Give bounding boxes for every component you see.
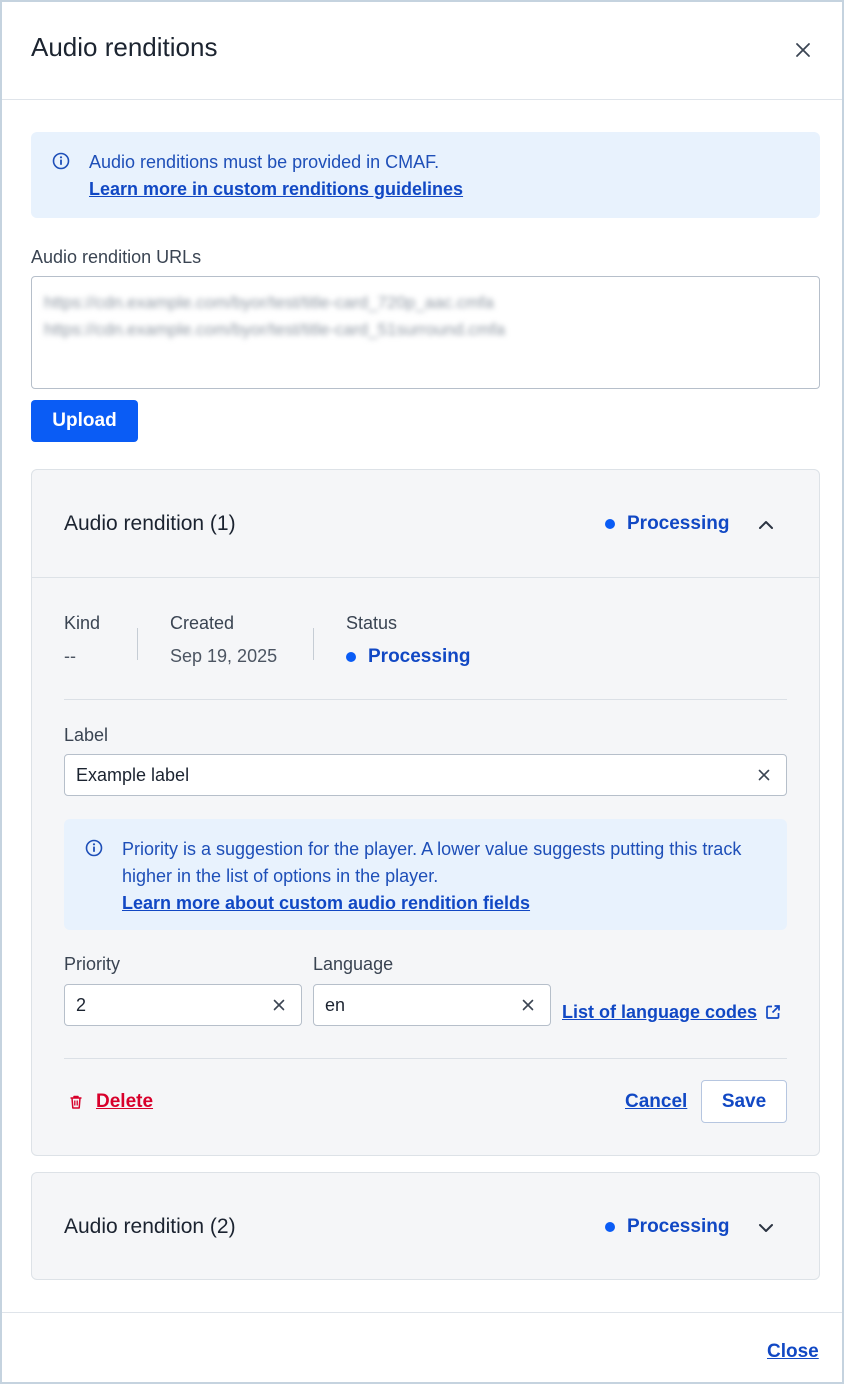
- status-dot: [605, 1222, 615, 1232]
- label-input[interactable]: Example label: [64, 754, 787, 796]
- status-value-text: Processing: [368, 646, 471, 667]
- label-input-value: Example label: [76, 764, 190, 785]
- chevron-up-icon[interactable]: [755, 514, 777, 536]
- renditions-guidelines-link[interactable]: Learn more in custom renditions guidelin…: [89, 179, 463, 199]
- status-label: Status: [346, 613, 398, 633]
- external-link-icon: [766, 1005, 780, 1019]
- meta-divider: [137, 628, 138, 660]
- kind-label: Kind: [64, 613, 101, 633]
- url-line: https://cdn.example.com/byor/test/title-…: [44, 320, 506, 339]
- delete-label: Delete: [96, 1091, 154, 1112]
- audio-renditions-dialog: Audio renditions Audio renditions must b…: [0, 0, 844, 1384]
- custom-fields-link[interactable]: Learn more about custom audio rendition …: [122, 893, 530, 913]
- meta-divider: [313, 628, 314, 660]
- language-input[interactable]: en: [313, 984, 551, 1026]
- language-input-value: en: [325, 994, 346, 1015]
- dialog-header: Audio renditions: [2, 2, 842, 100]
- save-button[interactable]: Save: [701, 1080, 787, 1123]
- priority-info-banner: Priority is a suggestion for the player.…: [64, 819, 787, 930]
- priority-label: Priority: [64, 954, 121, 974]
- close-button[interactable]: Close: [767, 1341, 819, 1363]
- status-value: Processing: [346, 646, 470, 668]
- rendition-title: Audio rendition (1): [64, 512, 236, 535]
- clear-icon[interactable]: [756, 767, 772, 783]
- info-icon: [85, 839, 103, 857]
- status-badge: Processing: [605, 513, 729, 535]
- status-text: Processing: [627, 513, 730, 534]
- urls-field-label: Audio rendition URLs: [31, 247, 202, 267]
- priority-input[interactable]: 2: [64, 984, 302, 1026]
- section-divider: [64, 699, 787, 700]
- delete-button[interactable]: Delete: [68, 1091, 153, 1113]
- chevron-down-icon[interactable]: [755, 1217, 777, 1239]
- dialog-title: Audio renditions: [31, 32, 218, 62]
- label-field-label: Label: [64, 725, 109, 745]
- dialog-footer: Close: [2, 1312, 842, 1384]
- rendition-header-2[interactable]: Audio rendition (2) Processing: [32, 1173, 819, 1281]
- status-dot: [605, 519, 615, 529]
- urls-textarea[interactable]: https://cdn.example.com/byor/test/title-…: [31, 276, 820, 389]
- language-codes-link-wrap[interactable]: List of language codes: [562, 1002, 781, 1023]
- language-label: Language: [313, 954, 394, 974]
- kind-value: --: [64, 646, 76, 666]
- rendition-card-2: Audio rendition (2) Processing: [31, 1172, 820, 1280]
- url-line: https://cdn.example.com/byor/test/title-…: [44, 293, 494, 312]
- created-value: Sep 19, 2025: [170, 646, 278, 666]
- status-dot: [346, 652, 356, 662]
- section-divider: [64, 1058, 787, 1059]
- status-badge: Processing: [605, 1216, 729, 1238]
- clear-icon[interactable]: [271, 997, 287, 1013]
- close-icon[interactable]: [791, 38, 815, 62]
- clear-icon[interactable]: [520, 997, 536, 1013]
- trash-icon: [70, 1095, 82, 1109]
- rendition-title: Audio rendition (2): [64, 1215, 236, 1238]
- upload-button[interactable]: Upload: [31, 400, 138, 442]
- cancel-button[interactable]: Cancel: [625, 1091, 687, 1113]
- rendition-card-1: Audio rendition (1) Processing: [31, 469, 820, 1156]
- cmaf-info-banner: Audio renditions must be provided in CMA…: [31, 132, 820, 218]
- info-icon: [52, 152, 70, 170]
- banner-text: Priority is a suggestion for the player.…: [122, 839, 742, 886]
- status-text: Processing: [627, 1216, 730, 1237]
- created-label: Created: [170, 613, 235, 633]
- banner-text: Audio renditions must be provided in CMA…: [89, 152, 440, 172]
- rendition-header-1[interactable]: Audio rendition (1) Processing: [32, 470, 819, 578]
- language-codes-link[interactable]: List of language codes: [562, 1002, 757, 1022]
- priority-input-value: 2: [76, 994, 87, 1015]
